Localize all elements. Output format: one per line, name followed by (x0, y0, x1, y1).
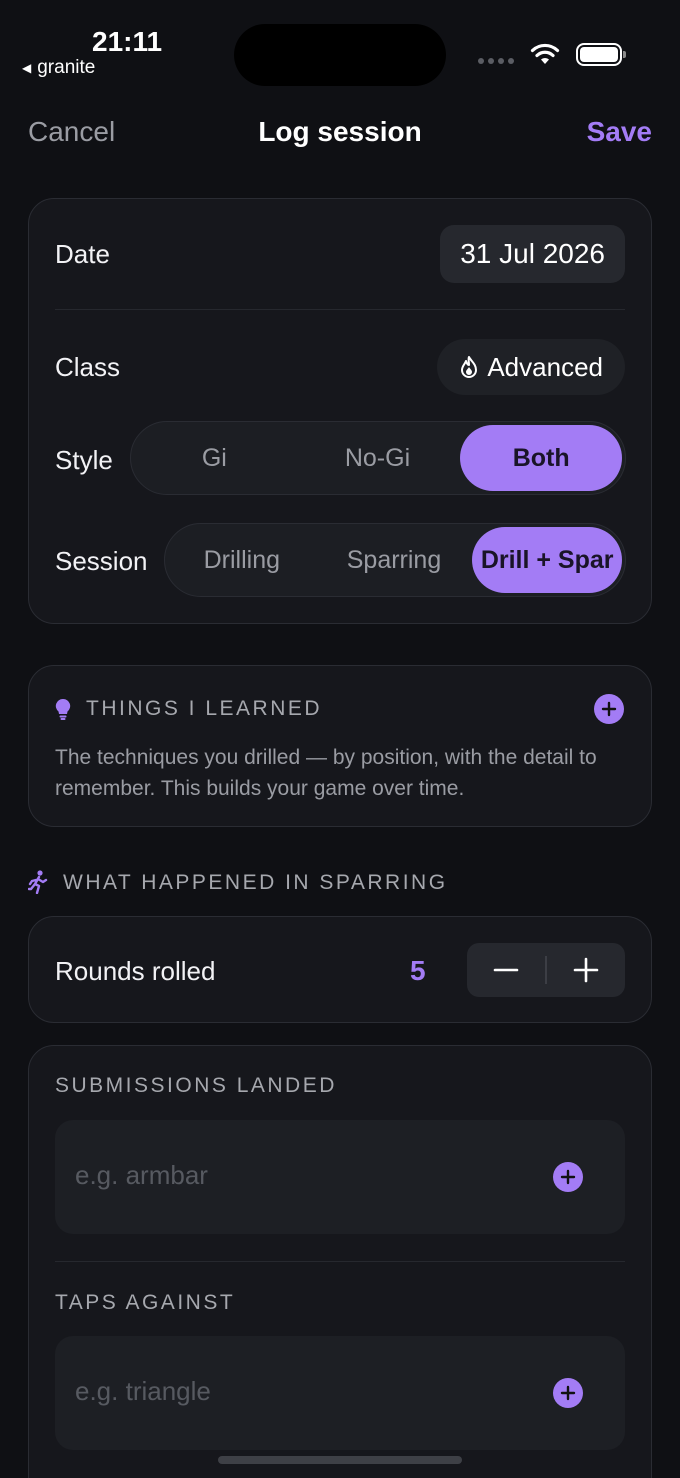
back-app-label: granite (37, 57, 96, 78)
add-learned-button[interactable] (594, 694, 624, 724)
plus-icon (560, 1385, 576, 1401)
session-segmented-control: Drilling Sparring Drill + Spar (164, 523, 626, 597)
style-label: Style (55, 445, 113, 475)
running-person-icon (28, 870, 48, 894)
battery-icon (576, 42, 626, 66)
minus-icon (493, 968, 519, 972)
style-segmented-control: Gi No-Gi Both (130, 421, 626, 495)
submissions-card: SUBMISSIONS LANDED e.g. armbar TAPS AGAI… (28, 1045, 652, 1478)
status-indicators (478, 42, 626, 66)
things-learned-description: The techniques you drilled — by position… (55, 746, 597, 800)
increment-rounds-button[interactable] (547, 943, 625, 997)
taps-input[interactable]: e.g. triangle (55, 1336, 625, 1450)
session-details-card: Date 31 Jul 2026 Class Advanced Style Gi… (28, 198, 652, 624)
style-option-gi[interactable]: Gi (134, 425, 295, 491)
class-selector[interactable]: Advanced (437, 339, 625, 395)
class-label: Class (55, 352, 121, 382)
session-option-sparring[interactable]: Sparring (316, 527, 473, 593)
things-learned-heading: THINGS I LEARNED (86, 697, 323, 720)
page-title: Log session (258, 116, 422, 147)
session-option-drilling[interactable]: Drilling (168, 527, 316, 593)
style-option-no-gi[interactable]: No-Gi (295, 425, 461, 491)
things-learned-card: THINGS I LEARNED The techniques you dril… (28, 665, 652, 827)
style-option-both[interactable]: Both (460, 425, 622, 491)
taps-heading: TAPS AGAINST (55, 1291, 236, 1314)
dynamic-island (234, 24, 446, 86)
class-value: Advanced (487, 351, 603, 382)
home-indicator[interactable] (218, 1456, 462, 1464)
rounds-card: Rounds rolled 5 (28, 916, 652, 1023)
date-label: Date (55, 239, 110, 269)
add-submission-button[interactable] (553, 1162, 583, 1192)
divider (55, 309, 625, 310)
lightbulb-icon (55, 698, 71, 720)
plus-icon (601, 701, 617, 717)
back-to-app-link[interactable]: ◀ granite (22, 57, 95, 79)
rounds-value: 5 (410, 955, 426, 986)
divider (55, 1261, 625, 1262)
back-triangle-icon: ◀ (22, 61, 32, 75)
session-option-drill-spar[interactable]: Drill + Spar (472, 527, 622, 593)
rounds-label: Rounds rolled (55, 956, 216, 986)
session-label: Session (55, 546, 148, 576)
decrement-rounds-button[interactable] (467, 943, 545, 997)
date-picker[interactable]: 31 Jul 2026 (440, 225, 625, 283)
flame-icon (461, 356, 478, 378)
plus-icon (560, 1169, 576, 1185)
save-button[interactable]: Save (587, 116, 652, 148)
submissions-placeholder: e.g. armbar (75, 1160, 208, 1190)
submissions-heading: SUBMISSIONS LANDED (55, 1074, 337, 1097)
submissions-input[interactable]: e.g. armbar (55, 1120, 625, 1234)
status-time: 21:11 (92, 26, 163, 57)
rounds-stepper (467, 943, 625, 997)
cellular-signal-icon (478, 58, 514, 64)
sparring-heading: WHAT HAPPENED IN SPARRING (63, 871, 448, 894)
add-tap-button[interactable] (553, 1378, 583, 1408)
plus-icon (573, 957, 599, 983)
wifi-icon (530, 43, 560, 64)
taps-placeholder: e.g. triangle (75, 1376, 211, 1406)
